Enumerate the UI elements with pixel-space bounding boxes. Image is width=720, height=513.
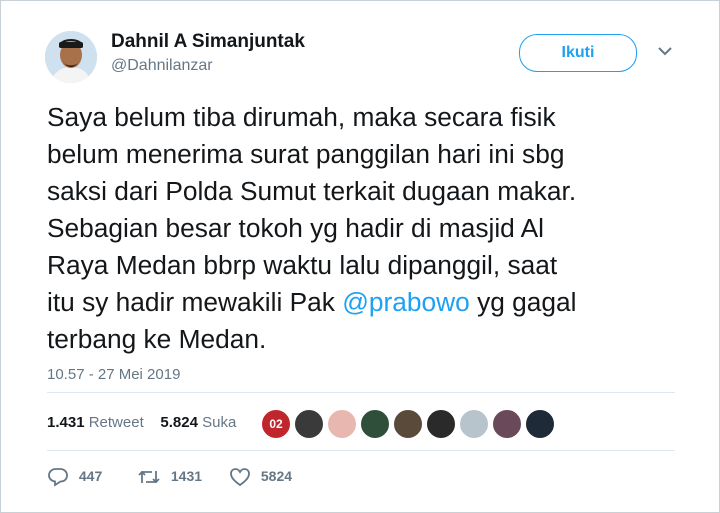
- retweet-action[interactable]: 1431: [137, 467, 202, 487]
- liker-avatar[interactable]: [393, 409, 423, 439]
- tweet-line: terbang ke Medan.: [47, 324, 267, 354]
- tweet-text-fragment: itu sy hadir mewakili Pak: [47, 287, 343, 317]
- mention-link[interactable]: @prabowo: [342, 287, 470, 317]
- heart-icon: [230, 468, 250, 487]
- liker-avatar[interactable]: [492, 409, 522, 439]
- tweet-card: Dahnil A Simanjuntak @Dahnilanzar Ikuti …: [0, 0, 720, 513]
- retweet-icon: [138, 470, 160, 484]
- avatar[interactable]: [45, 31, 97, 83]
- tweet-line: belum menerima surat panggilan hari ini …: [47, 139, 565, 169]
- tweet-line: Raya Medan bbrp waktu lalu dipanggil, sa…: [47, 250, 558, 280]
- liker-avatar[interactable]: [426, 409, 456, 439]
- chevron-down-icon[interactable]: [657, 43, 673, 59]
- tweet-line: saksi dari Polda Sumut terkait dugaan ma…: [47, 176, 577, 206]
- reply-icon: [48, 468, 68, 487]
- like-count: 5824: [260, 467, 293, 484]
- divider: [47, 450, 675, 451]
- reply-action[interactable]: 447: [47, 467, 102, 487]
- divider: [47, 392, 675, 393]
- like-stat[interactable]: 5.824 Suka: [160, 414, 236, 431]
- retweet-total: 1.431: [47, 414, 85, 431]
- avatar-image: [45, 31, 97, 83]
- reply-count: 447: [78, 467, 103, 484]
- liker-avatar[interactable]: [294, 409, 324, 439]
- liker-avatar[interactable]: [459, 409, 489, 439]
- liker-avatar[interactable]: [360, 409, 390, 439]
- tweet-text: Saya belum tiba dirumah, maka secara fis…: [47, 99, 707, 358]
- tweet-line: Sebagian besar tokoh yg hadir di masjid …: [47, 213, 545, 243]
- liker-avatar[interactable]: [327, 409, 357, 439]
- engagement-stats: 1.431 Retweet 5.824 Suka: [47, 414, 236, 431]
- like-action[interactable]: 5824: [229, 467, 292, 487]
- author-handle[interactable]: @Dahnilanzar: [111, 57, 213, 75]
- retweet-label: Retweet: [88, 414, 144, 431]
- retweet-count: 1431: [170, 467, 203, 484]
- tweet-line: Saya belum tiba dirumah, maka secara fis…: [47, 102, 556, 132]
- liker-avatar[interactable]: 02: [261, 409, 291, 439]
- tweet-line: itu sy hadir mewakili Pak @prabowo yg ga…: [47, 284, 707, 321]
- follow-button[interactable]: Ikuti: [519, 34, 637, 72]
- like-total: 5.824: [160, 414, 198, 431]
- author-name[interactable]: Dahnil A Simanjuntak: [111, 31, 305, 53]
- liker-avatar[interactable]: [525, 409, 555, 439]
- timestamp[interactable]: 10.57 - 27 Mei 2019: [47, 366, 180, 383]
- tweet-text-fragment: yg gagal: [469, 287, 577, 317]
- retweet-stat[interactable]: 1.431 Retweet: [47, 414, 144, 431]
- like-label: Suka: [202, 414, 237, 431]
- liker-badge: 02: [269, 417, 283, 431]
